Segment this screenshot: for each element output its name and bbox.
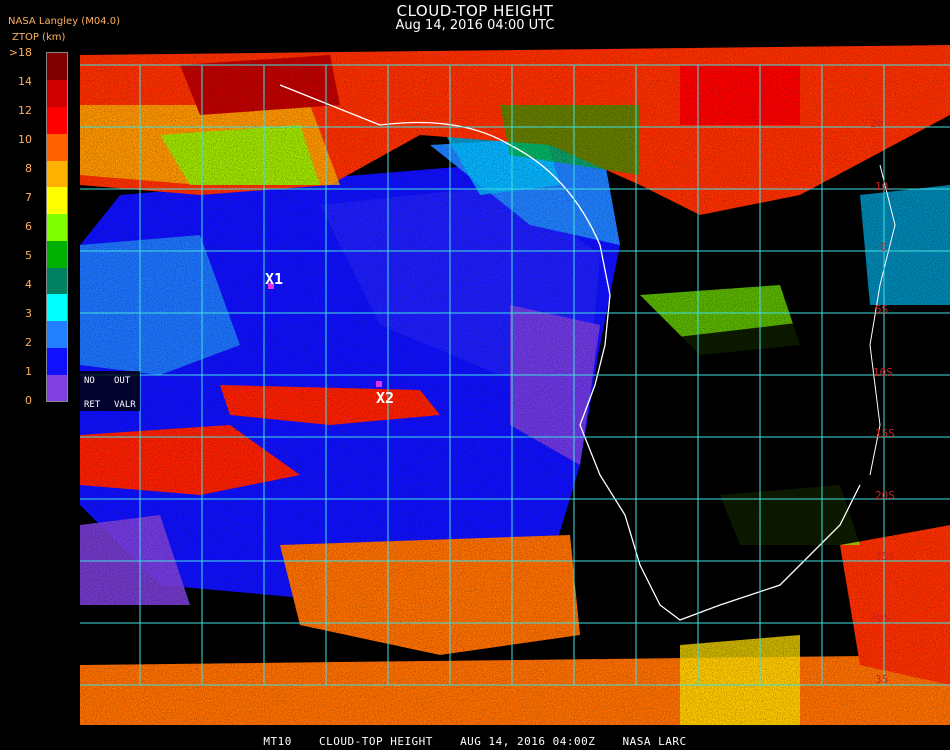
lat-label-20: 20: [870, 117, 883, 130]
lat-label-15s: 15S: [875, 427, 895, 440]
footer-satellite: MT10: [263, 735, 292, 748]
legend-tick-label: 6: [25, 220, 32, 233]
legend-swatch: [47, 293, 67, 322]
point-x1-label: X1: [265, 270, 283, 288]
legend-swatch: [47, 133, 67, 161]
image-timestamp: Aug 14, 2016 04:00 UTC: [395, 18, 555, 33]
legend-tick-label: 4: [25, 278, 32, 291]
legend-unit-label: ZTOP (km): [12, 32, 66, 43]
legend-swatch: [47, 213, 67, 241]
legend-tick-label: 12: [18, 104, 32, 117]
lat-label-35: 35: [875, 673, 888, 686]
legend-tick-label: 10: [18, 133, 32, 146]
lat-label-0: 0: [880, 241, 887, 254]
legend-swatch: [47, 374, 67, 402]
legend-tick-label: 8: [25, 162, 32, 175]
legend-tick-label: 3: [25, 307, 32, 320]
legend-swatch: [47, 347, 67, 375]
lat-label-25s: 25S: [875, 550, 895, 563]
lat-label-30s: 30S: [870, 612, 890, 625]
footer-org: NASA LARC: [622, 735, 687, 748]
legend-tick-label: 2: [25, 336, 32, 349]
cloud-top-height-map: 20 10 0 5S 10S 15S 20S 25S 30S 35 NO OUT…: [80, 45, 950, 725]
flag-out-label: OUT: [114, 376, 131, 386]
point-x2-label: X2: [376, 389, 394, 407]
footer-caption: MT10 CLOUD-TOP HEIGHT AUG 14, 2016 04:00…: [0, 735, 950, 748]
lat-label-20s: 20S: [875, 489, 895, 502]
flag-ret-label: RET: [84, 400, 101, 410]
legend-swatch: [47, 79, 67, 108]
legend-swatch: [47, 106, 67, 134]
lat-label-10: 10: [875, 180, 888, 193]
legend-tick-label: >18: [8, 46, 32, 59]
legend-tick-label: 5: [25, 249, 32, 262]
legend-swatch: [47, 267, 67, 295]
legend-tick-label: 0: [25, 394, 32, 407]
legend-swatch: [47, 186, 67, 215]
footer-datetime: AUG 14, 2016 04:00Z: [460, 735, 596, 748]
data-source-label: NASA Langley (M04.0): [8, 16, 120, 27]
lat-label-10s: 10S: [873, 366, 893, 379]
point-x1: X1: [265, 270, 283, 289]
color-legend: [46, 52, 68, 402]
point-x2-marker: [376, 381, 382, 387]
lat-label-5s: 5S: [875, 303, 888, 316]
legend-tick-label: 14: [18, 75, 32, 88]
legend-tick-label: 7: [25, 191, 32, 204]
legend-swatch: [47, 53, 67, 81]
legend-swatch: [47, 160, 67, 188]
legend-swatch: [47, 320, 67, 348]
legend-swatch: [47, 240, 67, 268]
legend-tick-label: 1: [25, 365, 32, 378]
flag-no-label: NO: [84, 376, 95, 386]
footer-product: CLOUD-TOP HEIGHT: [318, 735, 433, 748]
flag-valr-label: VALR: [114, 400, 136, 410]
